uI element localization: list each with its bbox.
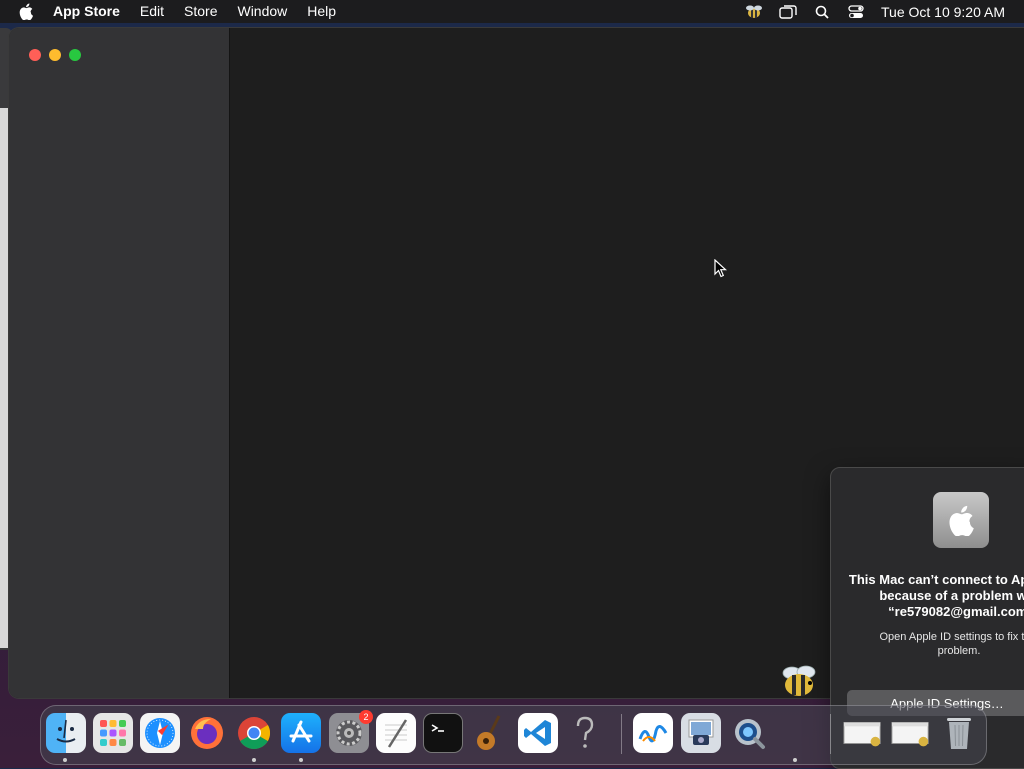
minimized-window-2[interactable] [891, 713, 931, 753]
preview-icon[interactable] [681, 713, 721, 753]
screen-mirroring-icon[interactable] [779, 3, 797, 21]
finder-running-indicator [63, 758, 67, 762]
notification-badge: 2 [359, 710, 373, 724]
safari-icon[interactable] [140, 713, 180, 753]
menu-edit[interactable]: Edit [130, 0, 174, 23]
alert-message: This Mac can’t connect to App Store beca… [848, 572, 1024, 619]
system-settings-icon[interactable]: 2 [329, 710, 373, 753]
minimize-button[interactable] [49, 49, 61, 61]
minimized-window-1[interactable] [843, 713, 883, 753]
chrome-icon[interactable] [234, 713, 274, 753]
garageband-icon[interactable] [470, 713, 510, 753]
freeform-icon[interactable] [633, 713, 673, 753]
menu-bar: App Store Edit Store Window Help Tue Oct… [0, 0, 1024, 23]
vscode-icon[interactable] [518, 713, 558, 753]
apple-menu-icon[interactable] [17, 3, 35, 21]
chrome-running-indicator [252, 758, 256, 762]
bee-status-icon[interactable] [745, 3, 763, 21]
quicktime-icon[interactable] [729, 713, 769, 753]
background-window-content [0, 108, 8, 648]
textedit-icon[interactable] [376, 713, 416, 753]
menu-window[interactable]: Window [227, 0, 297, 23]
bee-icon[interactable] [780, 664, 818, 700]
menu-help[interactable]: Help [297, 0, 346, 23]
dock-separator [621, 714, 622, 754]
menu-store[interactable]: Store [174, 0, 227, 23]
close-button[interactable] [29, 49, 41, 61]
app-store-icon[interactable] [281, 713, 321, 753]
control-center-icon[interactable] [847, 3, 865, 21]
maximize-button[interactable] [69, 49, 81, 61]
menu-app-name[interactable]: App Store [48, 0, 130, 23]
menu-bar-clock[interactable]: Tue Oct 10 9:20 AM [881, 4, 1005, 20]
launchpad-icon[interactable] [93, 713, 133, 753]
dock-separator [830, 714, 831, 754]
mouse-cursor-icon [714, 259, 728, 278]
search-icon[interactable] [813, 3, 831, 21]
system-settings-app-icon [933, 492, 989, 548]
alert-detail: Open Apple ID settings to fix this probl… [879, 631, 1024, 657]
sidebar [9, 28, 230, 698]
dock: 2 [40, 705, 987, 765]
terminal-icon[interactable] [423, 713, 463, 753]
app-store-running-indicator [299, 758, 303, 762]
firefox-icon[interactable] [187, 713, 227, 753]
trash-icon[interactable] [939, 713, 979, 753]
question-icon[interactable] [565, 713, 605, 753]
finder-icon[interactable] [46, 713, 86, 753]
quicktime-running-indicator [793, 758, 797, 762]
